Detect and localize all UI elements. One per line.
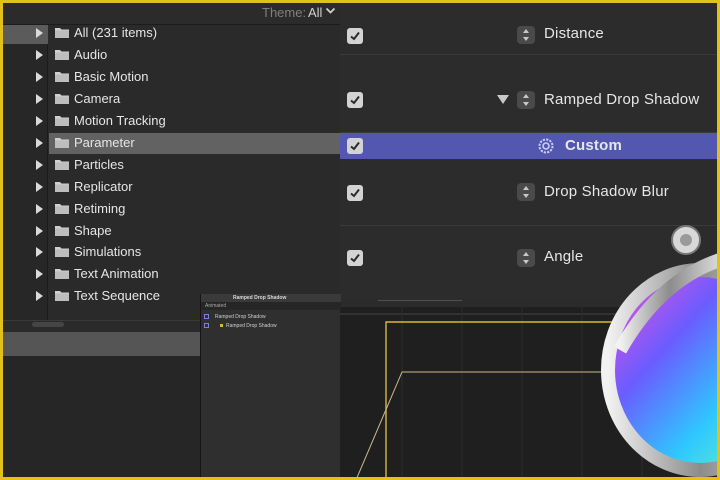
theme-select[interactable]: All <box>308 5 322 20</box>
list-item-label: Motion Tracking <box>74 113 166 128</box>
checkbox[interactable] <box>204 323 209 328</box>
disclosure-arrow-icon[interactable] <box>36 182 43 192</box>
list-item[interactable]: Basic Motion <box>36 67 340 88</box>
parameter-label: Distance <box>544 25 604 42</box>
list-item-label: Text Animation <box>74 266 159 281</box>
checkmark-icon <box>350 31 360 41</box>
folder-icon <box>55 138 69 148</box>
checkmark-icon <box>350 141 360 151</box>
inset-timeline-window: Ramped Drop Shadow Animated Ramped Drop … <box>200 294 341 480</box>
inset-title-bar: Ramped Drop Shadow <box>201 294 341 302</box>
folder-icon <box>55 72 69 82</box>
checkbox[interactable] <box>347 28 363 44</box>
list-item[interactable]: Text Animation <box>36 264 340 285</box>
stepper-icon[interactable] <box>517 91 535 109</box>
list-item[interactable]: Motion Tracking <box>36 111 340 132</box>
disclosure-arrow-icon[interactable] <box>36 204 43 214</box>
disclosure-arrow-icon[interactable] <box>36 28 43 38</box>
list-item[interactable]: Simulations <box>36 242 340 263</box>
disclosure-arrow-icon[interactable] <box>36 247 43 257</box>
list-item-label: Shape <box>74 223 112 238</box>
stepper-icon[interactable] <box>517 26 535 44</box>
folder-icon <box>55 50 69 60</box>
list-item[interactable]: Replicator <box>36 177 340 198</box>
parameter-row-drop-shadow-blur[interactable]: Drop Shadow Blur <box>340 160 720 226</box>
gear-icon[interactable] <box>537 137 555 155</box>
list-item-label: Retiming <box>74 201 126 216</box>
list-item[interactable]: Retiming <box>36 199 340 220</box>
list-item[interactable]: Camera <box>36 89 340 110</box>
theme-bar: Theme: All <box>0 0 340 25</box>
disclosure-arrow-icon[interactable] <box>36 269 43 279</box>
list-item-label: Camera <box>74 91 121 106</box>
parameter-label: Drop Shadow Blur <box>544 183 669 200</box>
folder-icon <box>55 28 69 38</box>
inset-row-label: Ramped Drop Shadow <box>215 314 266 320</box>
list-item-label: Audio <box>74 47 108 62</box>
list-item[interactable]: All (231 items) <box>36 23 340 44</box>
parameter-label: Angle <box>544 248 584 265</box>
list-item[interactable]: Particles <box>36 155 340 176</box>
motion-app-logo <box>601 225 720 477</box>
disclosure-arrow-icon[interactable] <box>36 160 43 170</box>
lower-panel <box>0 356 200 480</box>
checkbox[interactable] <box>347 138 363 154</box>
stepper-icon[interactable] <box>517 183 535 201</box>
list-item[interactable]: Shape <box>36 221 340 242</box>
folder-icon <box>55 94 69 104</box>
list-item-label: Text Sequence <box>74 288 161 303</box>
checkbox[interactable] <box>347 185 363 201</box>
folder-icon <box>55 247 69 257</box>
checkbox[interactable] <box>347 92 363 108</box>
parameter-row-custom[interactable]: Custom <box>340 133 720 159</box>
folder-icon <box>55 116 69 126</box>
checkmark-icon <box>350 188 360 198</box>
disclosure-arrow-icon[interactable] <box>36 50 43 60</box>
disclosure-arrow-icon[interactable] <box>36 291 43 301</box>
list-item-label: Basic Motion <box>74 69 149 84</box>
keyframe-dot <box>220 324 223 327</box>
list-item[interactable]: Audio <box>36 45 340 66</box>
folder-icon <box>55 269 69 279</box>
inset-title: Ramped Drop Shadow <box>233 295 287 301</box>
disclosure-arrow-icon[interactable] <box>36 94 43 104</box>
inset-row[interactable]: Ramped Drop Shadow <box>201 312 341 321</box>
disclosure-arrow-icon[interactable] <box>36 138 43 148</box>
checkbox[interactable] <box>204 314 209 319</box>
parameter-label: Ramped Drop Shadow <box>544 91 700 108</box>
disclosure-arrow-icon[interactable] <box>36 226 43 236</box>
disclosure-triangle-icon[interactable] <box>497 95 509 104</box>
theme-label: Theme: <box>262 5 307 20</box>
chevron-down-icon[interactable] <box>325 5 336 16</box>
parameter-row-ramped-drop-shadow[interactable]: Ramped Drop Shadow <box>340 56 720 133</box>
parameter-row-distance[interactable]: Distance <box>340 10 720 55</box>
inset-subtitle: Animated <box>205 303 227 309</box>
checkmark-icon <box>350 253 360 263</box>
list-item-label: Parameter <box>74 135 135 150</box>
folder-icon <box>55 182 69 192</box>
stepper-icon[interactable] <box>517 249 535 267</box>
folder-icon <box>55 226 69 236</box>
library-list: All (231 items) Audio Basic Motion Camer… <box>36 23 340 320</box>
list-item-label: All (231 items) <box>74 25 158 40</box>
folder-icon <box>55 160 69 170</box>
horizontal-scrollbar[interactable] <box>32 322 64 327</box>
preview-strip <box>0 332 200 356</box>
list-item-selected[interactable]: Parameter <box>36 133 340 154</box>
inset-subheader: Animated <box>201 302 341 310</box>
folder-icon <box>55 291 69 301</box>
list-item-label: Replicator <box>74 179 133 194</box>
parameter-label: Custom <box>565 137 623 154</box>
inset-row[interactable]: Ramped Drop Shadow <box>201 321 341 330</box>
inset-row-label: Ramped Drop Shadow <box>226 323 277 329</box>
checkbox[interactable] <box>347 250 363 266</box>
disclosure-arrow-icon[interactable] <box>36 72 43 82</box>
list-item-label: Simulations <box>74 244 142 259</box>
disclosure-arrow-icon[interactable] <box>36 116 43 126</box>
checkmark-icon <box>350 95 360 105</box>
folder-icon <box>55 204 69 214</box>
list-item-label: Particles <box>74 157 124 172</box>
